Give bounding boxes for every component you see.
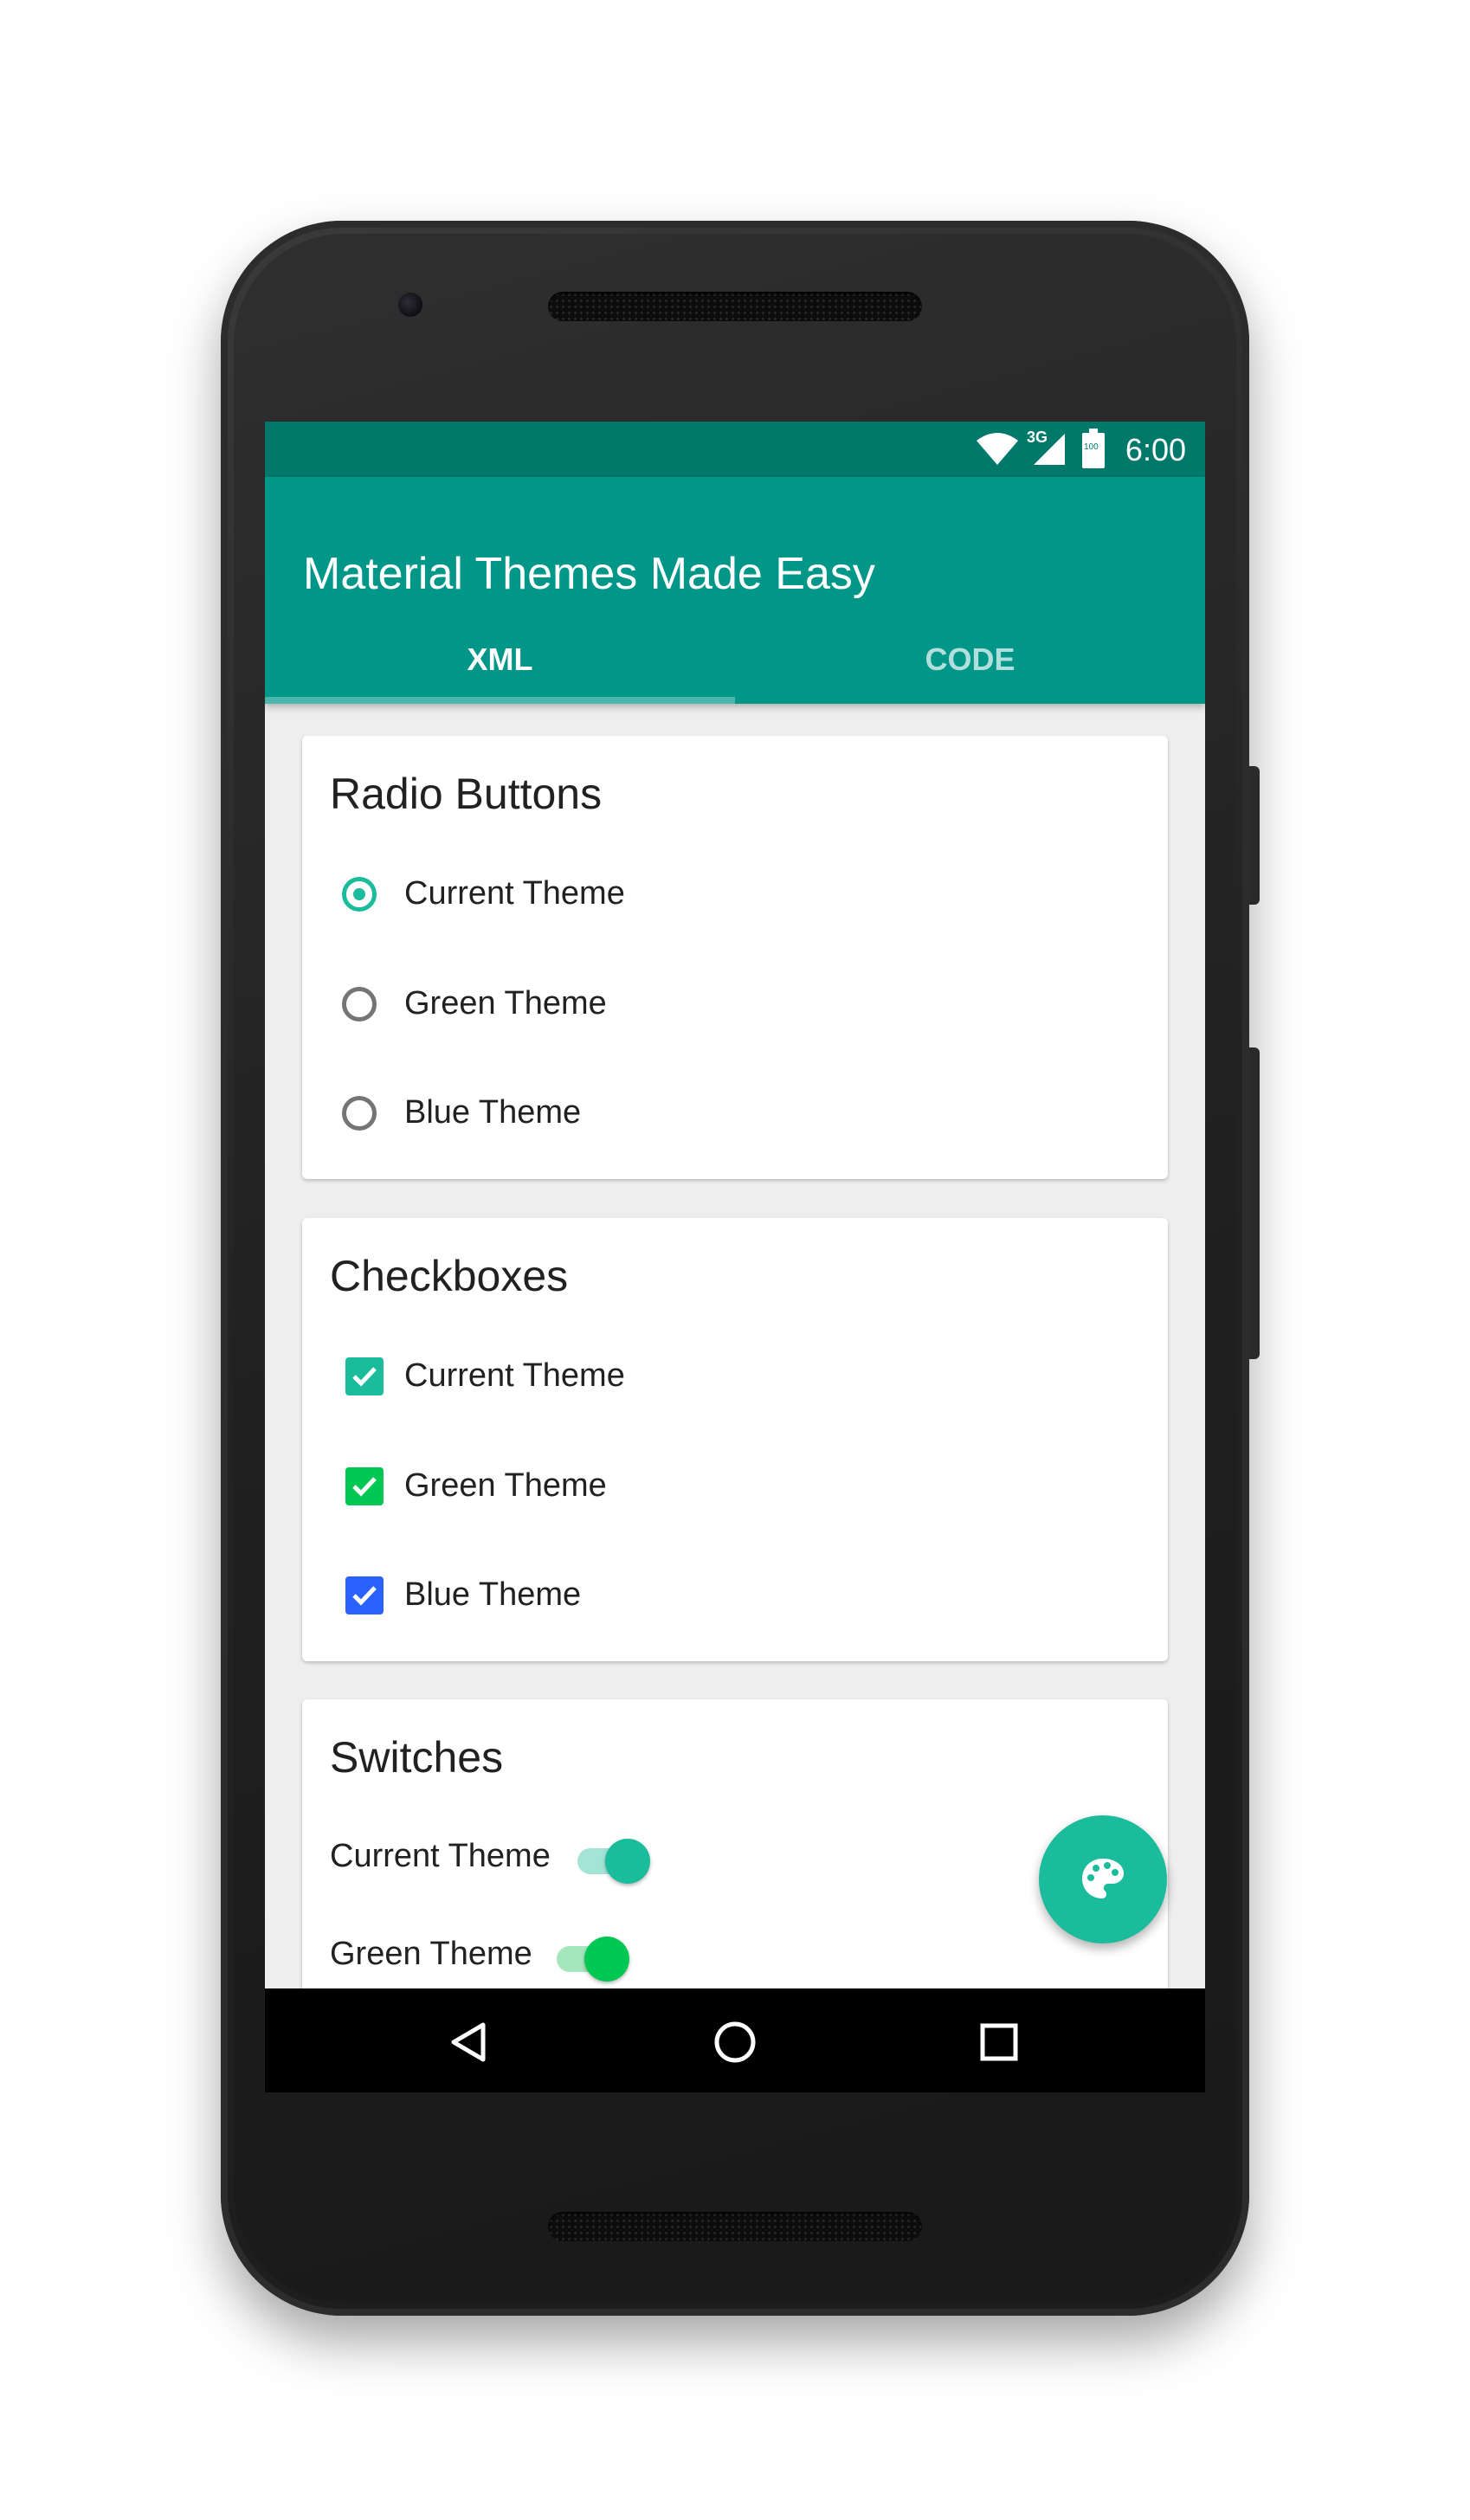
switch-green-theme[interactable]: Green Theme [330,1936,693,1988]
cell-signal-icon [1034,434,1065,465]
radio-label: Blue Theme [404,1094,582,1131]
switch-label: Green Theme [330,1936,532,1972]
status-bar: 3G 100 6:00 [265,422,1205,477]
check-icon [352,1586,377,1606]
radio-buttons-card: Radio Buttons Current Theme Green Theme … [302,736,1168,1179]
card-title: Radio Buttons [330,770,603,818]
toggle-switch[interactable] [557,1936,635,1984]
check-icon [352,1477,377,1497]
recents-icon[interactable] [980,2023,1018,2061]
bottom-speaker [548,2212,922,2241]
check-icon [352,1367,377,1387]
navigation-bar [265,1988,1205,2092]
volume-button [1249,1047,1260,1359]
radio-label: Current Theme [404,875,625,912]
switch-label: Current Theme [330,1838,551,1874]
card-title: Checkboxes [330,1252,569,1300]
tab-code[interactable]: CODE [735,641,1205,678]
wifi-icon [977,433,1018,465]
checkbox-label: Current Theme [404,1357,625,1394]
checkbox-label: Green Theme [404,1467,607,1504]
checkbox-green-theme[interactable]: Green Theme [345,1467,778,1521]
top-speaker [548,292,922,321]
screen: 3G 100 6:00 Material Themes Made Easy XM… [265,422,1205,2092]
radio-button[interactable] [342,987,377,1022]
palette-icon [1082,1859,1124,1898]
battery-level-label: 100 [1084,442,1099,452]
checkbox-current-theme[interactable]: Current Theme [345,1357,778,1411]
home-icon[interactable] [712,2020,758,2065]
radio-current-theme[interactable]: Current Theme [342,875,775,929]
checkbox[interactable] [345,1576,384,1614]
checkbox[interactable] [345,1467,384,1505]
radio-button[interactable] [342,1096,377,1131]
card-title: Switches [330,1733,504,1782]
tab-indicator [265,697,735,704]
back-icon[interactable] [448,2021,488,2063]
radio-button[interactable] [342,877,377,912]
checkbox-label: Blue Theme [404,1576,582,1613]
power-button [1249,766,1260,905]
radio-label: Green Theme [404,985,607,1022]
app-title: Material Themes Made Easy [303,549,875,599]
checkbox-blue-theme[interactable]: Blue Theme [345,1576,778,1630]
toggle-switch[interactable] [577,1838,655,1886]
switch-thumb [584,1937,629,1982]
radio-green-theme[interactable]: Green Theme [342,985,775,1039]
change-theme-fab[interactable] [1039,1815,1167,1943]
tab-xml[interactable]: XML [265,641,735,678]
radio-blue-theme[interactable]: Blue Theme [342,1094,775,1148]
status-time: 6:00 [1125,432,1186,467]
radio-dot [353,888,365,900]
app-bar: Material Themes Made Easy XML CODE [265,477,1205,704]
checkboxes-card: Checkboxes Current Theme Green Theme Blu… [302,1218,1168,1661]
switch-thumb [605,1839,650,1884]
checkbox[interactable] [345,1357,384,1395]
switch-current-theme[interactable]: Current Theme [330,1838,693,1890]
front-camera [398,293,422,317]
